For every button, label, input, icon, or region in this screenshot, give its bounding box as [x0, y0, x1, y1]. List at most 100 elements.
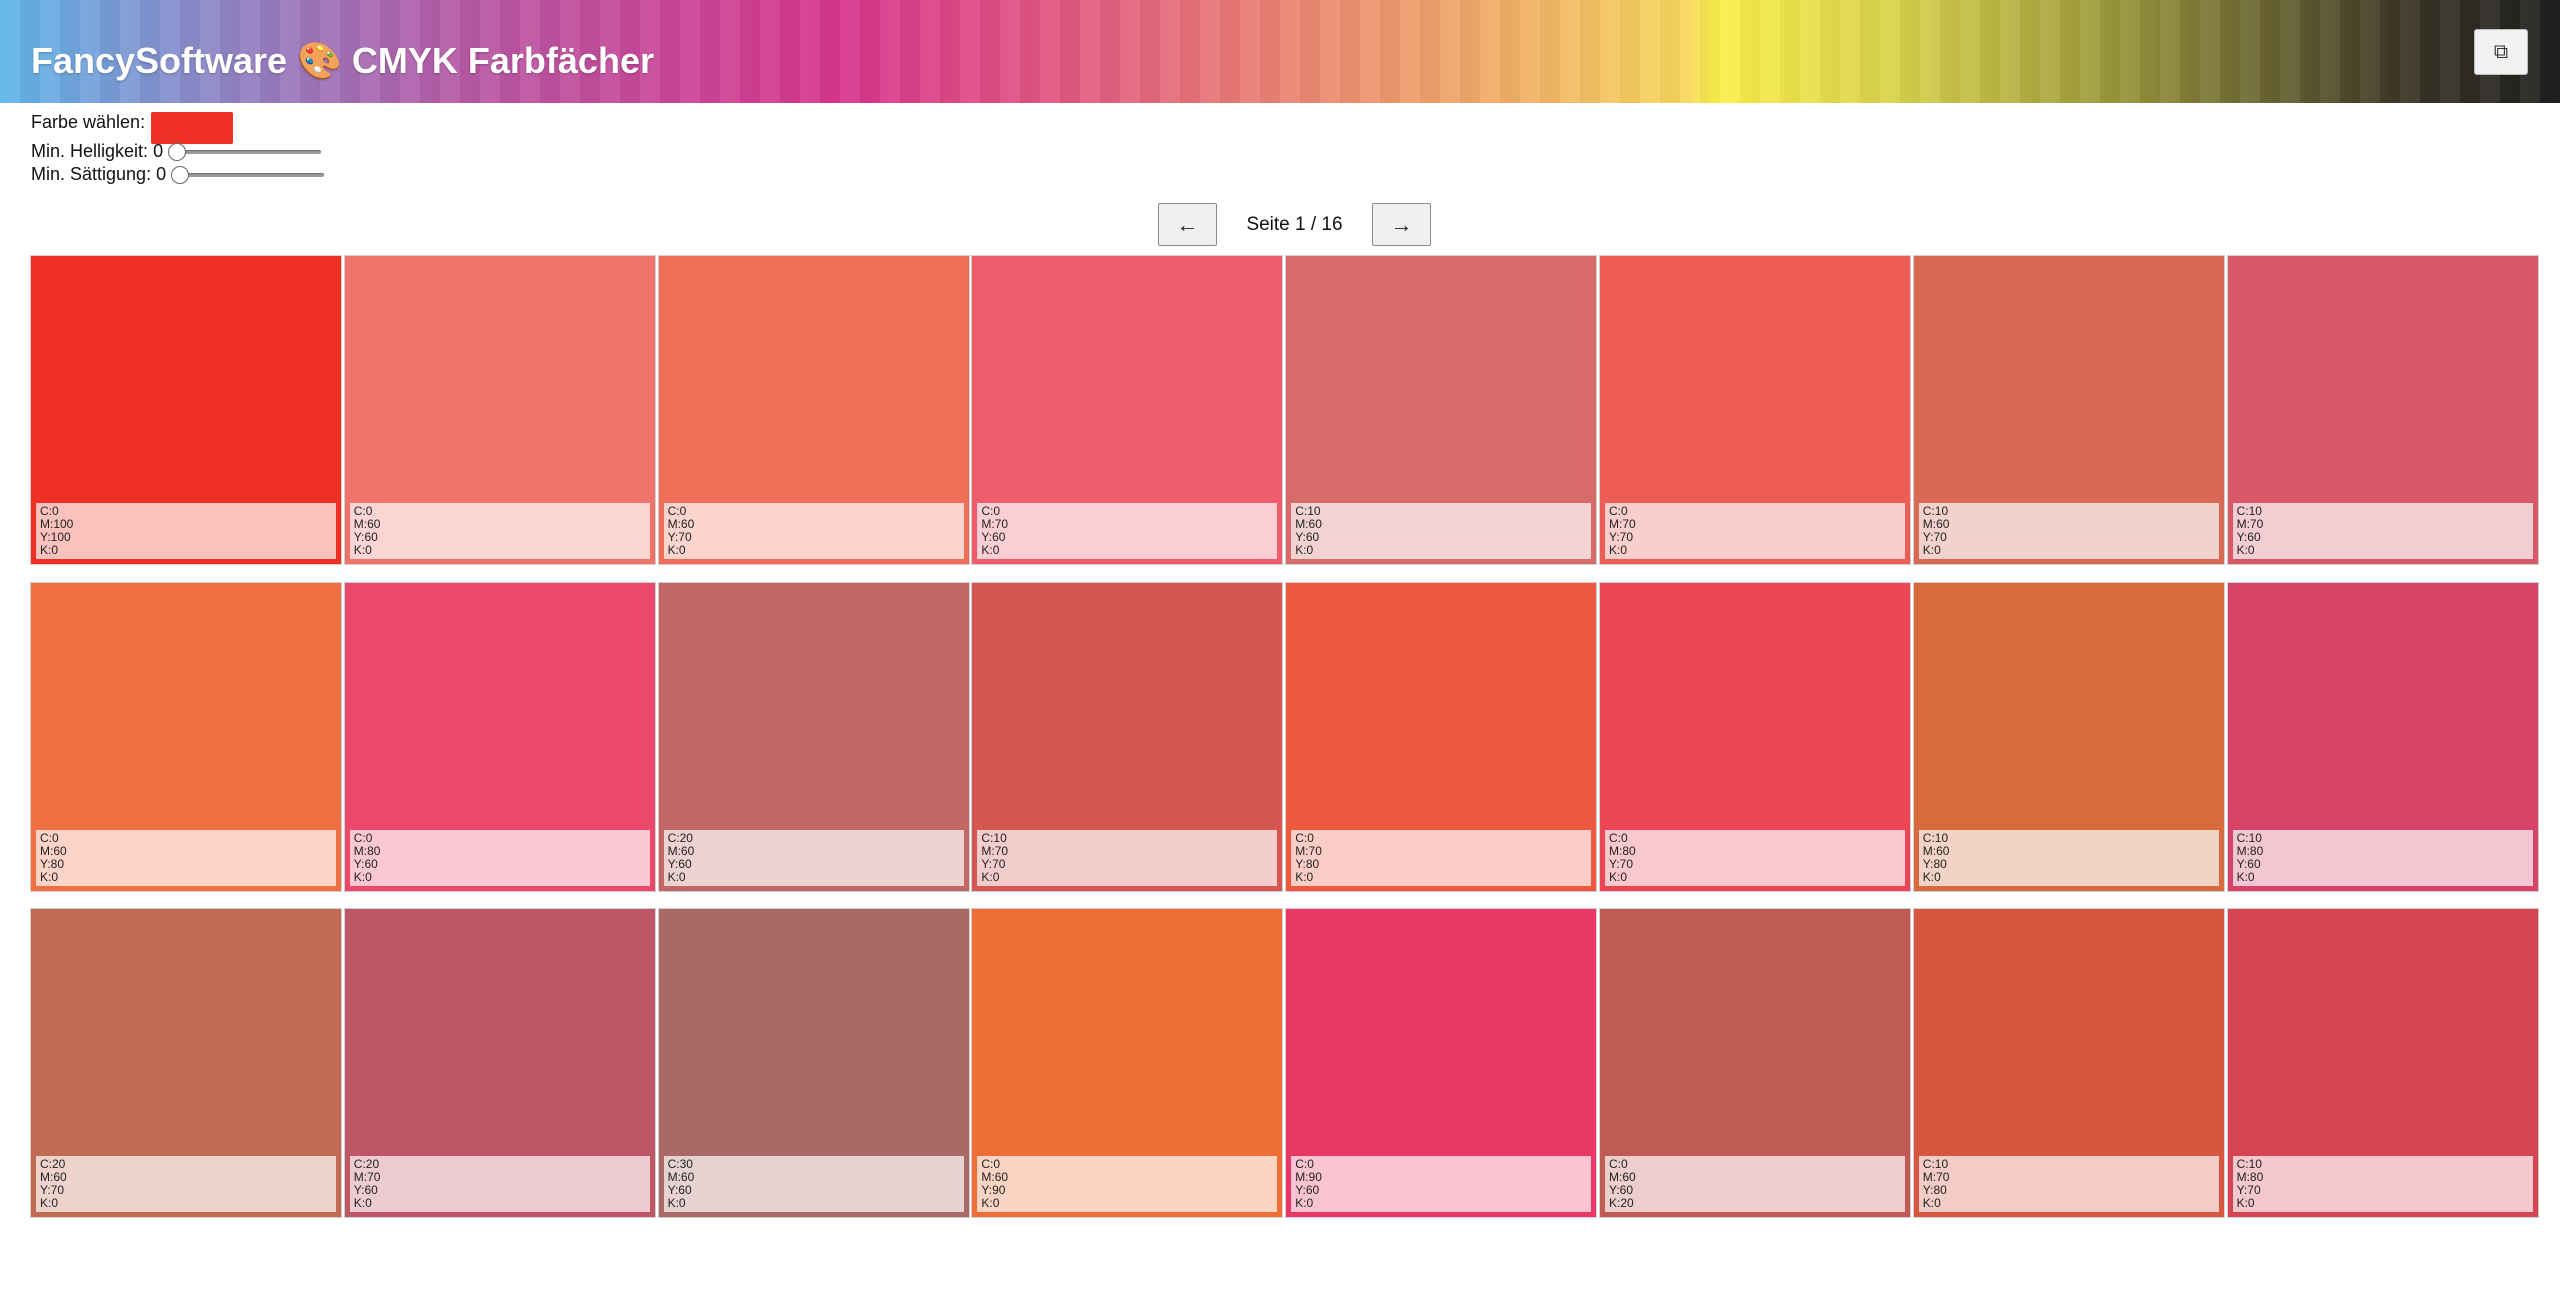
pagination: ← Seite 1 / 16 →: [1158, 203, 1431, 246]
swatch-y-value: Y:60: [353, 856, 378, 871]
swatch-c-value: C:0: [1295, 830, 1314, 845]
swatch-cmyk-label: C:20 M:60 Y:70 K:0: [36, 1156, 336, 1212]
swatch-c-value: C:10: [1295, 504, 1321, 518]
color-swatch-card[interactable]: C:0 M:90 Y:60 K:0: [1285, 908, 1598, 1218]
color-swatch-card[interactable]: C:10 M:80 Y:70 K:0: [2226, 908, 2539, 1218]
swatch-k-value: K:0: [667, 1196, 686, 1210]
swatch-m-value: M:80: [353, 843, 381, 858]
color-swatch-card[interactable]: C:10 M:60 Y:80 K:0: [1912, 581, 2225, 892]
swatch-y-value: Y:70: [40, 1183, 65, 1197]
color-swatch-card[interactable]: C:0 M:60 Y:70 K:0: [657, 255, 970, 565]
color-swatch-card[interactable]: C:20 M:60 Y:70 K:0: [30, 908, 342, 1218]
swatch-y-value: Y:70: [1609, 530, 1634, 544]
swatch-m-value: M:80: [2236, 843, 2264, 858]
prev-page-button[interactable]: ←: [1158, 203, 1217, 246]
swatch-c-value: C:0: [1295, 1157, 1314, 1171]
color-swatch-card[interactable]: C:10 M:70 Y:80 K:0: [1912, 908, 2225, 1218]
swatch-c-value: C:10: [2236, 504, 2262, 518]
swatch-cmyk-label: C:10 M:60 Y:60 K:0: [1291, 503, 1592, 559]
swatch-m-value: M:70: [2236, 517, 2264, 531]
swatch-m-value: M:60: [1609, 1170, 1636, 1184]
swatch-y-value: Y:100: [40, 530, 71, 544]
brightness-label: Min. Helligkeit:: [31, 141, 149, 161]
saturation-value: 0: [156, 164, 167, 184]
swatch-m-value: M:80: [1609, 843, 1636, 858]
saturation-row: Min. Sättigung: 0: [31, 163, 324, 186]
swatch-cmyk-label: C:30 M:60 Y:60 K:0: [663, 1156, 964, 1212]
swatch-c-value: C:20: [667, 830, 693, 845]
color-swatch-card[interactable]: C:0 M:70 Y:60 K:0: [971, 255, 1284, 565]
swatch-m-value: M:60: [667, 843, 695, 858]
copy-button[interactable]: ⧉: [2474, 29, 2528, 75]
swatch-k-value: K:0: [981, 543, 1000, 557]
brightness-slider-thumb[interactable]: [168, 143, 186, 161]
swatch-c-value: C:0: [1609, 504, 1628, 518]
swatch-k-value: K:0: [40, 869, 59, 884]
swatch-y-value: Y:70: [1609, 856, 1634, 871]
swatch-cmyk-label: C:0 M:70 Y:80 K:0: [1291, 829, 1592, 886]
swatch-k-value: K:0: [1922, 869, 1941, 884]
color-swatch-card[interactable]: C:0 M:60 Y:80 K:0: [30, 581, 342, 892]
swatch-k-value: K:20: [1609, 1196, 1634, 1210]
swatch-m-value: M:60: [667, 517, 695, 531]
swatch-m-value: M:60: [353, 517, 381, 531]
swatch-cmyk-label: C:0 M:100 Y:100 K:0: [36, 503, 336, 559]
color-swatch-card[interactable]: C:10 M:70 Y:60 K:0: [2226, 255, 2539, 565]
color-swatch-card[interactable]: C:0 M:60 Y:90 K:0: [971, 908, 1284, 1218]
swatch-k-value: K:0: [981, 1196, 1000, 1210]
swatch-m-value: M:70: [981, 517, 1009, 531]
swatch-cmyk-label: C:0 M:90 Y:60 K:0: [1291, 1156, 1592, 1212]
swatch-c-value: C:30: [667, 1157, 693, 1171]
app-title: FancySoftware 🎨 CMYK Farbfächer: [31, 40, 654, 81]
swatch-y-value: Y:60: [2236, 530, 2261, 544]
color-swatch-card[interactable]: C:0 M:60 Y:60 K:0: [343, 255, 656, 565]
next-page-button[interactable]: →: [1372, 203, 1431, 246]
swatch-k-value: K:0: [1295, 543, 1314, 557]
swatch-y-value: Y:60: [353, 1183, 378, 1197]
swatch-c-value: C:10: [1922, 1157, 1949, 1171]
color-swatch-card[interactable]: C:10 M:60 Y:70 K:0: [1912, 255, 2225, 565]
color-swatch-card[interactable]: C:0 M:80 Y:60 K:0: [343, 581, 656, 892]
brightness-slider[interactable]: [171, 150, 321, 154]
filter-controls: Farbe wählen: Min. Helligkeit: 0 Min. Sä…: [31, 108, 324, 184]
swatch-cmyk-label: C:10 M:70 Y:60 K:0: [2232, 503, 2533, 559]
color-swatch-card[interactable]: C:0 M:80 Y:70 K:0: [1599, 581, 1911, 892]
color-swatch-card[interactable]: C:30 M:60 Y:60 K:0: [657, 908, 970, 1218]
color-swatch-card[interactable]: C:20 M:70 Y:60 K:0: [343, 908, 656, 1218]
swatch-k-value: K:0: [1922, 543, 1941, 557]
swatch-k-value: K:0: [1295, 869, 1314, 884]
swatch-y-value: Y:70: [1922, 530, 1947, 544]
color-swatch-card[interactable]: C:10 M:80 Y:60 K:0: [2226, 581, 2539, 892]
swatch-k-value: K:0: [40, 1196, 59, 1210]
swatch-m-value: M:70: [1295, 843, 1322, 858]
swatch-k-value: K:0: [2236, 543, 2255, 557]
color-swatch-card[interactable]: C:0 M:70 Y:70 K:0: [1599, 255, 1911, 565]
brightness-value: 0: [153, 141, 164, 161]
swatch-y-value: Y:60: [667, 1183, 692, 1197]
swatch-y-value: Y:60: [2236, 856, 2261, 871]
color-swatch-card[interactable]: C:0 M:60 Y:60 K:20: [1599, 908, 1911, 1218]
saturation-slider[interactable]: [174, 173, 324, 177]
color-swatch-card[interactable]: C:0 M:70 Y:80 K:0: [1285, 581, 1598, 892]
saturation-slider-thumb[interactable]: [171, 166, 189, 184]
swatch-c-value: C:0: [1609, 1157, 1628, 1171]
swatch-m-value: M:70: [353, 1170, 381, 1184]
swatch-m-value: M:70: [1922, 1170, 1950, 1184]
swatch-k-value: K:0: [2236, 869, 2255, 884]
color-swatch-card[interactable]: C:10 M:60 Y:60 K:0: [1285, 255, 1598, 565]
color-swatch-card[interactable]: C:20 M:60 Y:60 K:0: [657, 581, 970, 892]
swatch-m-value: M:60: [667, 1170, 695, 1184]
swatch-c-value: C:10: [1922, 830, 1949, 845]
swatch-cmyk-label: C:10 M:70 Y:70 K:0: [977, 829, 1278, 886]
color-swatch-card[interactable]: C:10 M:70 Y:70 K:0: [971, 581, 1284, 892]
swatch-cmyk-label: C:10 M:70 Y:80 K:0: [1918, 1156, 2219, 1212]
swatch-cmyk-label: C:0 M:70 Y:70 K:0: [1605, 503, 1905, 559]
swatch-y-value: Y:70: [667, 530, 692, 544]
swatch-k-value: K:0: [40, 543, 59, 557]
swatch-m-value: M:60: [40, 1170, 67, 1184]
arrow-left-icon: ←: [1176, 211, 1199, 237]
swatch-k-value: K:0: [353, 543, 372, 557]
color-swatch-card[interactable]: C:0 M:100 Y:100 K:0: [30, 255, 342, 565]
swatch-c-value: C:0: [981, 504, 1001, 518]
swatch-y-value: Y:90: [981, 1183, 1006, 1197]
